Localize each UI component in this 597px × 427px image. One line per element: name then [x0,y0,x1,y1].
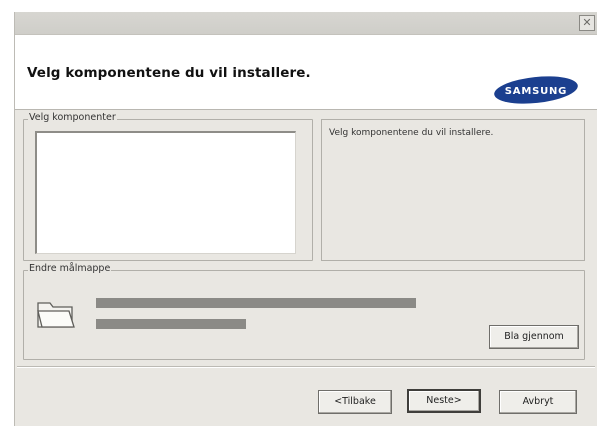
destination-path-bar [96,298,416,308]
destination-group: Endre målmappe Bla gjennom [23,263,585,360]
title-bar[interactable]: ✕ [15,12,597,35]
folder-icon [37,302,75,328]
logo-text: SAMSUNG [505,86,567,97]
close-button[interactable]: ✕ [579,15,595,31]
browse-button[interactable]: Bla gjennom [489,325,579,349]
destination-group-label: Endre målmappe [28,263,112,274]
description-panel: Velg komponentene du vil installere. [321,119,585,261]
components-group-label: Velg komponenter [28,112,117,123]
back-button[interactable]: <Tilbake [318,390,392,414]
cancel-button[interactable]: Avbryt [499,390,577,414]
next-button[interactable]: Neste> [407,389,481,413]
footer-separator [17,366,595,368]
page-title: Velg komponentene du vil installere. [27,65,311,81]
description-text: Velg komponentene du vil installere. [329,128,494,138]
close-icon: ✕ [582,16,592,29]
components-list[interactable] [35,131,296,254]
destination-space-bar [96,319,246,329]
samsung-logo: SAMSUNG [494,76,578,104]
header-panel: Velg komponentene du vil installere. SAM… [15,35,597,110]
installer-dialog: ✕ Velg komponentene du vil installere. S… [14,12,597,426]
components-group: Velg komponenter [23,112,313,261]
